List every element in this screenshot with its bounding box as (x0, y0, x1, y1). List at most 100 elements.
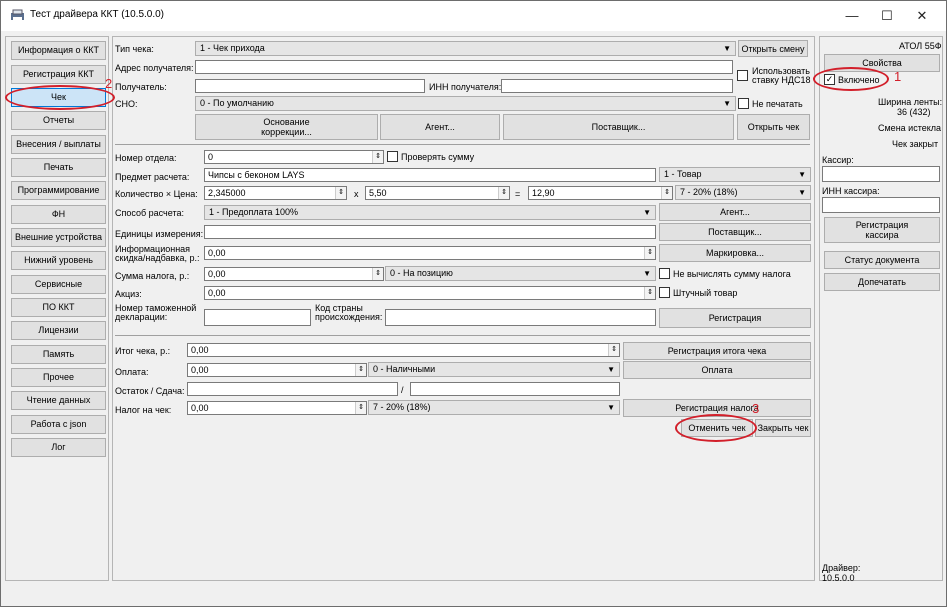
nav-reports[interactable]: Отчеты (11, 111, 106, 130)
spinner-icon[interactable]: ⇕ (372, 151, 383, 163)
document-status-button[interactable]: Статус документа (824, 251, 940, 269)
recipient-address-field[interactable] (195, 60, 733, 74)
register-item-button[interactable]: Регистрация (659, 308, 811, 328)
payment-value: 0,00 (191, 365, 209, 375)
supplier-button[interactable]: Поставщик... (503, 114, 734, 140)
total-value: 12,90 (532, 188, 555, 198)
nav-cash-in-out[interactable]: Внесения / выплаты (11, 135, 106, 154)
tax-sum-field[interactable]: 0,00 ⇕ (204, 267, 384, 281)
price-field[interactable]: 5,50 ⇕ (365, 186, 510, 200)
nav-log[interactable]: Лог (11, 438, 106, 457)
info-discount-field[interactable]: 0,00 ⇕ (204, 246, 656, 260)
item-type-select[interactable]: 1 - Товар ▼ (659, 167, 811, 182)
vat-select[interactable]: 7 - 20% (18%) ▼ (675, 185, 811, 200)
spinner-icon[interactable]: ⇕ (498, 187, 509, 199)
marking-button[interactable]: Маркировка... (659, 244, 811, 262)
nav-external-devices[interactable]: Внешние устройства (11, 228, 106, 247)
chevron-down-icon: ▼ (643, 208, 651, 217)
correction-basis-button[interactable]: Основание коррекции... (195, 114, 378, 140)
department-label: Номер отдела: (115, 153, 177, 163)
minimize-button[interactable]: — (837, 5, 867, 27)
nav-json[interactable]: Работа с json (11, 415, 106, 434)
change-field[interactable] (410, 382, 620, 396)
recipient-field[interactable] (195, 79, 425, 93)
spinner-icon[interactable]: ⇕ (661, 187, 672, 199)
spinner-icon[interactable]: ⇕ (355, 364, 366, 376)
excise-field[interactable]: 0,00 ⇕ (204, 286, 656, 300)
item-type-value: 1 - Товар (664, 169, 702, 179)
nav-fn[interactable]: ФН (11, 205, 106, 224)
use-vat18-checkbox[interactable] (737, 70, 748, 81)
spinner-icon[interactable]: ⇕ (355, 402, 366, 414)
item-field[interactable]: Чипсы с беконом LAYS (204, 168, 656, 182)
spinner-icon[interactable]: ⇕ (644, 287, 655, 299)
nav-registration-kkt[interactable]: Регистрация ККТ (11, 65, 106, 84)
cashier-inn-field[interactable] (822, 197, 940, 213)
cashier-field[interactable] (822, 166, 940, 182)
sno-select[interactable]: 0 - По умолчанию ▼ (195, 96, 736, 111)
excise-value: 0,00 (208, 288, 226, 298)
nav-print[interactable]: Печать (11, 158, 106, 177)
tape-width-label: Ширина ленты: (878, 97, 943, 107)
payment-method-select[interactable]: 1 - Предоплата 100% ▼ (204, 205, 656, 220)
nav-info-kkt[interactable]: Информация о ККТ (11, 41, 106, 60)
check-sum-checkbox[interactable] (387, 151, 398, 162)
register-cashier-button[interactable]: Регистрация кассира (824, 217, 940, 243)
piece-goods-checkbox[interactable] (659, 287, 670, 298)
chevron-down-icon: ▼ (643, 269, 651, 278)
agent-button[interactable]: Агент... (380, 114, 500, 140)
chevron-down-icon: ▼ (607, 365, 615, 374)
nav-read-data[interactable]: Чтение данных (11, 391, 106, 410)
open-shift-button[interactable]: Открыть смену (738, 40, 808, 57)
maximize-button[interactable]: ☐ (872, 5, 902, 27)
nav-service[interactable]: Сервисные (11, 275, 106, 294)
recipient-inn-field[interactable] (501, 79, 733, 93)
quantity-field[interactable]: 2,345000 ⇕ (204, 186, 347, 200)
customs-field[interactable] (204, 309, 311, 326)
agent-item-button[interactable]: Агент... (659, 203, 811, 221)
nav-low-level[interactable]: Нижний уровень (11, 251, 106, 270)
chevron-down-icon: ▼ (798, 170, 806, 179)
no-calc-tax-checkbox[interactable] (659, 268, 670, 279)
payment-field[interactable]: 0,00 ⇕ (187, 363, 367, 377)
spinner-icon[interactable]: ⇕ (335, 187, 346, 199)
close-button[interactable]: ✕ (907, 5, 937, 27)
check-total-label: Итог чека, р.: (115, 346, 171, 356)
sno-label: СНО: (115, 99, 138, 109)
department-field[interactable]: 0 ⇕ (204, 150, 384, 164)
annotation-number-1: 1 (894, 69, 902, 84)
payment-button[interactable]: Оплата (623, 361, 811, 379)
printer-icon (11, 9, 24, 20)
nav-licenses[interactable]: Лицензии (11, 321, 106, 340)
close-check-button[interactable]: Закрыть чек (755, 419, 811, 437)
divider (115, 144, 810, 145)
slash-separator: / (401, 385, 404, 395)
nav-memory[interactable]: Память (11, 345, 106, 364)
driver-version: 10.5.0.0 (822, 573, 855, 583)
check-type-select[interactable]: 1 - Чек прихода ▼ (195, 41, 736, 56)
nav-other[interactable]: Прочее (11, 368, 106, 387)
tax-check-label: Налог на чек: (115, 405, 172, 415)
register-total-button[interactable]: Регистрация итога чека (623, 342, 811, 360)
device-panel (819, 36, 943, 581)
reprint-button[interactable]: Допечатать (824, 273, 940, 291)
no-print-checkbox[interactable] (738, 98, 749, 109)
nav-programming[interactable]: Программирование (11, 181, 106, 200)
tax-check-vat-select[interactable]: 7 - 20% (18%) ▼ (368, 400, 620, 415)
nav-kkt-software[interactable]: ПО ККТ (11, 298, 106, 317)
check-total-field[interactable]: 0,00 ⇕ (187, 343, 620, 357)
tax-mode-select[interactable]: 0 - На позицию ▼ (385, 266, 656, 281)
supplier-item-button[interactable]: Поставщик... (659, 223, 811, 241)
spinner-icon[interactable]: ⇕ (644, 247, 655, 259)
tax-check-field[interactable]: 0,00 ⇕ (187, 401, 367, 415)
check-status: Чек закрыт (892, 139, 939, 149)
department-value: 0 (208, 152, 214, 162)
country-field[interactable] (385, 309, 656, 326)
payment-type-select[interactable]: 0 - Наличными ▼ (368, 362, 620, 377)
remainder-field[interactable] (187, 382, 398, 396)
total-field[interactable]: 12,90 ⇕ (528, 186, 673, 200)
spinner-icon[interactable]: ⇕ (372, 268, 383, 280)
unit-field[interactable] (204, 225, 656, 239)
spinner-icon[interactable]: ⇕ (608, 344, 619, 356)
open-check-button[interactable]: Открыть чек (737, 114, 810, 140)
